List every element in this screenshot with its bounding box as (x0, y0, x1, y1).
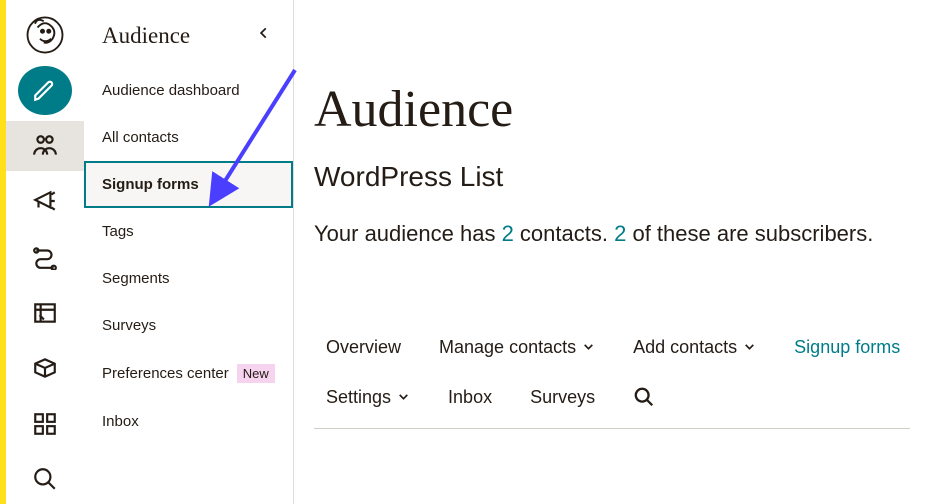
sidebar-item-tags[interactable]: Tags (84, 208, 293, 255)
sidebar: Audience Audience dashboard All contacts… (84, 0, 294, 504)
sidebar-item-label: Inbox (102, 413, 139, 430)
tab-settings[interactable]: Settings (326, 387, 410, 408)
tab-inbox[interactable]: Inbox (448, 387, 492, 408)
sidebar-item-inbox[interactable]: Inbox (84, 398, 293, 445)
automations-icon[interactable] (18, 232, 72, 282)
sidebar-item-label: Segments (102, 270, 170, 287)
contacts-count: 2 (502, 221, 514, 246)
collapse-icon[interactable] (253, 22, 275, 49)
tab-manage-contacts[interactable]: Manage contacts (439, 337, 595, 358)
tab-add-contacts[interactable]: Add contacts (633, 337, 756, 358)
sidebar-item-surveys[interactable]: Surveys (84, 302, 293, 349)
integrations-icon[interactable] (18, 399, 72, 449)
sidebar-item-label: Signup forms (102, 176, 199, 193)
main-content: Audience WordPress List Your audience ha… (294, 0, 930, 504)
sidebar-item-label: Tags (102, 223, 134, 240)
search-rail-icon[interactable] (18, 455, 72, 504)
logo-icon[interactable] (18, 10, 72, 60)
sidebar-title: Audience (102, 23, 190, 49)
search-icon[interactable] (633, 386, 655, 408)
tab-signup-forms[interactable]: Signup forms (794, 337, 900, 358)
sidebar-item-dashboard[interactable]: Audience dashboard (84, 67, 293, 114)
sidebar-item-all-contacts[interactable]: All contacts (84, 114, 293, 161)
sidebar-item-label: Audience dashboard (102, 82, 240, 99)
sidebar-item-label: Surveys (102, 317, 156, 334)
subscribers-count: 2 (614, 221, 626, 246)
chevron-down-icon (582, 337, 595, 358)
content-icon[interactable] (18, 343, 72, 393)
website-icon[interactable] (18, 288, 72, 338)
sidebar-item-label: All contacts (102, 129, 179, 146)
page-title: Audience (314, 80, 910, 139)
audience-stats: Your audience has 2 contacts. 2 of these… (314, 221, 910, 247)
list-name: WordPress List (314, 161, 910, 193)
icon-rail (6, 0, 84, 504)
chevron-down-icon (743, 337, 756, 358)
tab-row: Overview Manage contacts Add contacts Si… (314, 337, 910, 429)
create-icon[interactable] (18, 66, 72, 116)
tab-overview[interactable]: Overview (326, 337, 401, 358)
sidebar-item-signup-forms[interactable]: Signup forms (84, 161, 293, 208)
sidebar-item-segments[interactable]: Segments (84, 255, 293, 302)
audience-icon[interactable] (6, 121, 84, 171)
sidebar-item-preferences[interactable]: Preferences center New (84, 349, 293, 398)
tab-surveys[interactable]: Surveys (530, 387, 595, 408)
campaigns-icon[interactable] (18, 177, 72, 227)
new-badge: New (237, 364, 275, 383)
chevron-down-icon (397, 387, 410, 408)
sidebar-item-label: Preferences center (102, 365, 229, 382)
